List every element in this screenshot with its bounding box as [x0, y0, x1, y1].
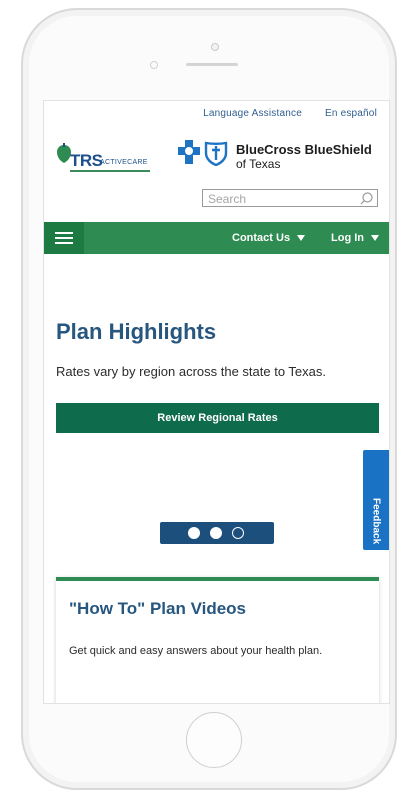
- phone-sensor: [150, 61, 158, 69]
- carousel-pager: [160, 522, 274, 544]
- feedback-tab[interactable]: Feedback: [363, 450, 389, 550]
- search-box: [202, 189, 378, 207]
- how-to-videos-card[interactable]: "How To" Plan Videos Get quick and easy …: [56, 577, 379, 703]
- blue-cross-icon: [178, 140, 200, 164]
- utility-bar: Language Assistance En español: [183, 108, 377, 119]
- contact-us-label: Contact Us: [232, 232, 291, 244]
- bcbs-name-text: BlueCross BlueShield: [236, 142, 372, 157]
- language-assistance-link[interactable]: Language Assistance: [203, 108, 302, 119]
- log-in-label: Log In: [331, 232, 364, 244]
- plan-highlights-text: Rates vary by region across the state to…: [56, 364, 327, 379]
- search-icon[interactable]: [360, 192, 373, 205]
- chevron-down-icon: [371, 235, 379, 242]
- blue-shield-icon: [204, 141, 228, 166]
- bcbs-sub-text: of Texas: [236, 157, 281, 171]
- main-nav-bar: Contact Us Log In: [44, 222, 389, 254]
- phone-home-button[interactable]: [186, 712, 242, 768]
- review-regional-rates-button[interactable]: Review Regional Rates: [56, 403, 379, 433]
- plan-highlights-title: Plan Highlights: [56, 319, 217, 344]
- chevron-down-icon: [297, 235, 306, 242]
- carousel-dot-2[interactable]: [210, 527, 222, 539]
- trs-logo-rule: [70, 170, 150, 172]
- carousel-dot-3[interactable]: [232, 527, 244, 539]
- contact-us-menu[interactable]: Contact Us: [232, 232, 306, 244]
- phone-camera: [211, 43, 219, 51]
- active-care-logo-text: ACTIVECARE: [100, 159, 148, 166]
- hamburger-menu-icon[interactable]: [44, 222, 84, 254]
- log-in-menu[interactable]: Log In: [331, 232, 379, 244]
- how-to-videos-title[interactable]: "How To" Plan Videos: [69, 599, 246, 619]
- espanol-link[interactable]: En español: [325, 108, 377, 119]
- feedback-label: Feedback: [370, 498, 382, 545]
- search-input[interactable]: [203, 191, 358, 207]
- how-to-videos-text: Get quick and easy answers about your he…: [69, 645, 323, 657]
- bcbs-texas-logo[interactable]: BlueCross BlueShield of Texas: [178, 137, 388, 177]
- trs-logo-text: TRS: [70, 151, 103, 170]
- phone-screen: Language Assistance En español TRS ACTIV…: [43, 100, 390, 704]
- phone-speaker: [186, 63, 238, 66]
- trs-activecare-logo[interactable]: TRS ACTIVECARE: [56, 139, 151, 177]
- carousel-dot-1[interactable]: [188, 527, 200, 539]
